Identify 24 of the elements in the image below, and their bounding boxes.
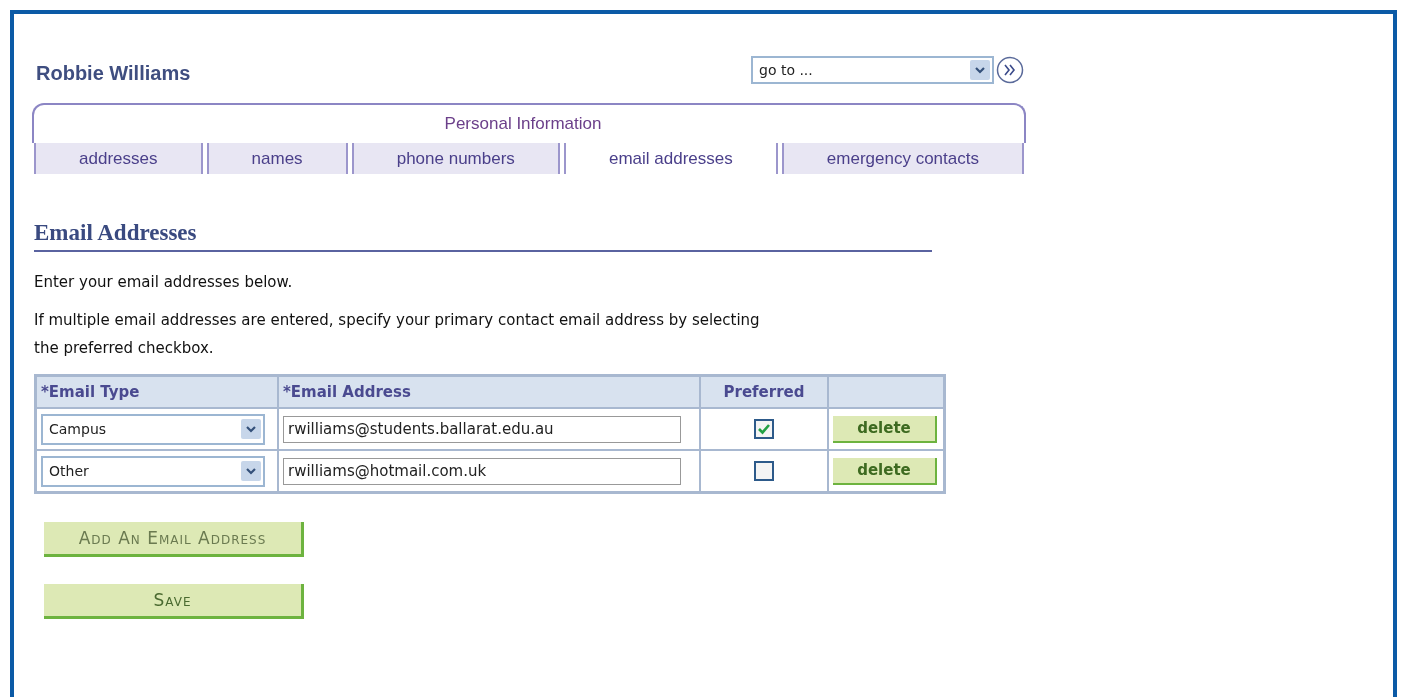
goto-dropdown[interactable]: go to ... [751,55,994,84]
email-type-dropdown[interactable]: Other [41,455,265,487]
delete-button[interactable]: delete [833,457,937,485]
email-address-field[interactable]: rwilliams@hotmail.com.uk [283,457,681,485]
column-header: Preferred [700,375,828,408]
tab[interactable]: emergency contacts [781,143,1024,174]
column-header: *Email Type [35,375,278,408]
column-header: *Email Address [278,375,700,408]
email-type-dropdown[interactable]: Campus [41,413,265,445]
delete-button[interactable]: delete [833,415,937,443]
tab[interactable]: phone numbers [351,143,560,174]
action-button[interactable]: Save [44,584,304,619]
person-name: Robbie Williams [36,62,191,85]
preferred-checkbox[interactable] [754,461,774,482]
double-chevron-icon[interactable] [996,55,1024,84]
tab[interactable]: names [206,143,348,174]
section-title: Email Addresses [34,220,932,252]
instruction-text: If multiple email addresses are entered, specify your primary contact email address by selecting the preferred checkbox. [34,310,761,359]
preferred-checkbox[interactable] [754,419,774,440]
tab[interactable]: email addresses [563,143,778,174]
tab[interactable]: addresses [34,143,203,174]
email-address-field[interactable]: rwilliams@students.ballarat.edu.au [283,415,681,443]
instruction-text: Enter your email addresses below. [34,272,294,293]
action-button[interactable]: Add An Email Address [44,522,304,557]
